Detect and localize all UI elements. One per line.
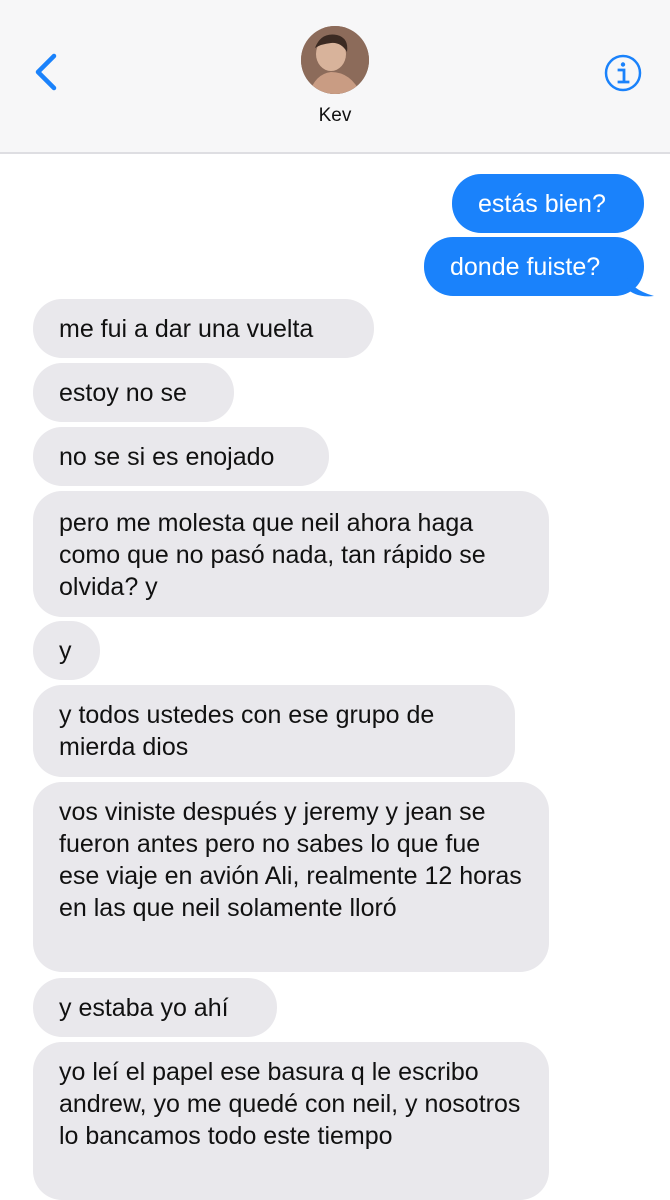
back-button[interactable] <box>28 50 68 94</box>
received-message-bubble[interactable]: no se si es enojado <box>33 427 329 486</box>
conversation-header: Kev <box>0 0 670 154</box>
avatar-photo <box>301 26 369 94</box>
received-message-bubble[interactable]: pero me molesta que neil ahora haga como… <box>33 491 549 617</box>
info-button[interactable] <box>603 53 643 93</box>
received-message-bubble[interactable]: y todos ustedes con ese grupo de mierda … <box>33 685 515 777</box>
received-message-bubble[interactable]: vos viniste después y jeremy y jean se f… <box>33 782 549 972</box>
contact-name[interactable]: Kev <box>0 105 670 127</box>
received-message-bubble[interactable]: y estaba yo ahí <box>33 978 277 1037</box>
sent-message-bubble[interactable]: donde fuiste? <box>424 237 644 296</box>
bubble-tail <box>626 276 654 297</box>
chevron-left-icon <box>35 53 57 91</box>
contact-avatar[interactable] <box>301 26 369 94</box>
message-thread[interactable]: estás bien? donde fuiste? me fui a dar u… <box>0 154 670 1200</box>
info-icon <box>604 54 642 92</box>
received-message-bubble[interactable]: me fui a dar una vuelta <box>33 299 374 358</box>
sent-message-bubble[interactable]: estás bien? <box>452 174 644 233</box>
received-message-bubble[interactable]: yo leí el papel ese basura q le escribo … <box>33 1042 549 1200</box>
received-message-bubble[interactable]: y <box>33 621 100 680</box>
received-message-bubble[interactable]: estoy no se <box>33 363 234 422</box>
